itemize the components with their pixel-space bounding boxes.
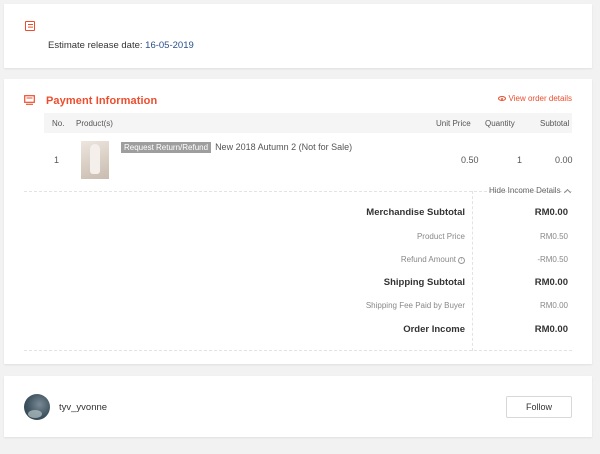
table-row: 1 Request Return/Refund New 2018 Autumn 2… (44, 133, 573, 189)
buyer-username[interactable]: tyv_yvonne (59, 402, 107, 413)
column-subtotal: Subtotal (540, 119, 570, 128)
return-refund-badge: Request Return/Refund (121, 142, 212, 153)
product-thumbnail[interactable] (81, 141, 109, 179)
product-name[interactable]: New 2018 Autumn 2 (Not for Sale) (215, 142, 352, 152)
hide-income-details-label: Hide Income Details (489, 186, 561, 195)
item-no: 1 (54, 155, 60, 165)
shipping-subtotal-value: RM0.00 (534, 277, 568, 288)
view-order-details-label: View order details (508, 94, 572, 103)
refund-amount-text: Refund Amount (400, 255, 456, 264)
info-icon[interactable]: i (458, 257, 465, 264)
payment-icon (24, 95, 35, 105)
column-unit-price: Unit Price (436, 119, 471, 128)
eye-icon (497, 96, 506, 101)
payment-information-card: Payment Information View order details N… (4, 79, 592, 364)
refund-amount-value: -RM0.50 (537, 255, 568, 264)
merchandise-subtotal-value: RM0.00 (534, 207, 568, 218)
product-table-header: No. Product(s) Unit Price Quantity Subto… (44, 113, 572, 133)
document-icon (25, 21, 35, 31)
refund-amount-label: Refund Amount i (401, 255, 465, 264)
release-date-value: 16-05-2019 (145, 40, 194, 51)
product-price-label: Product Price (416, 232, 465, 241)
payment-title: Payment Information (46, 95, 158, 107)
product-info: Request Return/Refund New 2018 Autumn 2 (… (121, 142, 352, 153)
buyer-card: tyv_yvonne Follow (4, 376, 592, 437)
item-quantity: 1 (517, 155, 523, 165)
release-date-text: Estimate release date: 16-05-2019 (48, 40, 194, 51)
product-price-value: RM0.50 (539, 232, 568, 241)
divider (24, 350, 572, 351)
order-income-label: Order Income (403, 324, 465, 335)
release-date-card: Estimate release date: 16-05-2019 (4, 4, 592, 68)
column-no: No. (52, 119, 65, 128)
column-products: Product(s) (76, 119, 113, 128)
shipping-fee-label: Shipping Fee Paid by Buyer (365, 301, 465, 310)
shipping-fee-value: RM0.00 (539, 301, 568, 310)
divider (472, 191, 473, 351)
order-income-value: RM0.00 (534, 324, 568, 335)
follow-button[interactable]: Follow (506, 396, 572, 418)
avatar[interactable] (24, 394, 50, 420)
item-unit-price: 0.50 (461, 155, 479, 165)
column-quantity: Quantity (485, 119, 515, 128)
view-order-details-link[interactable]: View order details (497, 94, 572, 103)
release-date-label: Estimate release date: (48, 40, 146, 51)
shipping-subtotal-label: Shipping Subtotal (383, 277, 465, 288)
merchandise-subtotal-label: Merchandise Subtotal (366, 207, 465, 218)
item-subtotal: 0.00 (555, 155, 573, 165)
hide-income-details-toggle[interactable]: Hide Income Details (489, 186, 571, 196)
chevron-up-icon (563, 188, 571, 196)
